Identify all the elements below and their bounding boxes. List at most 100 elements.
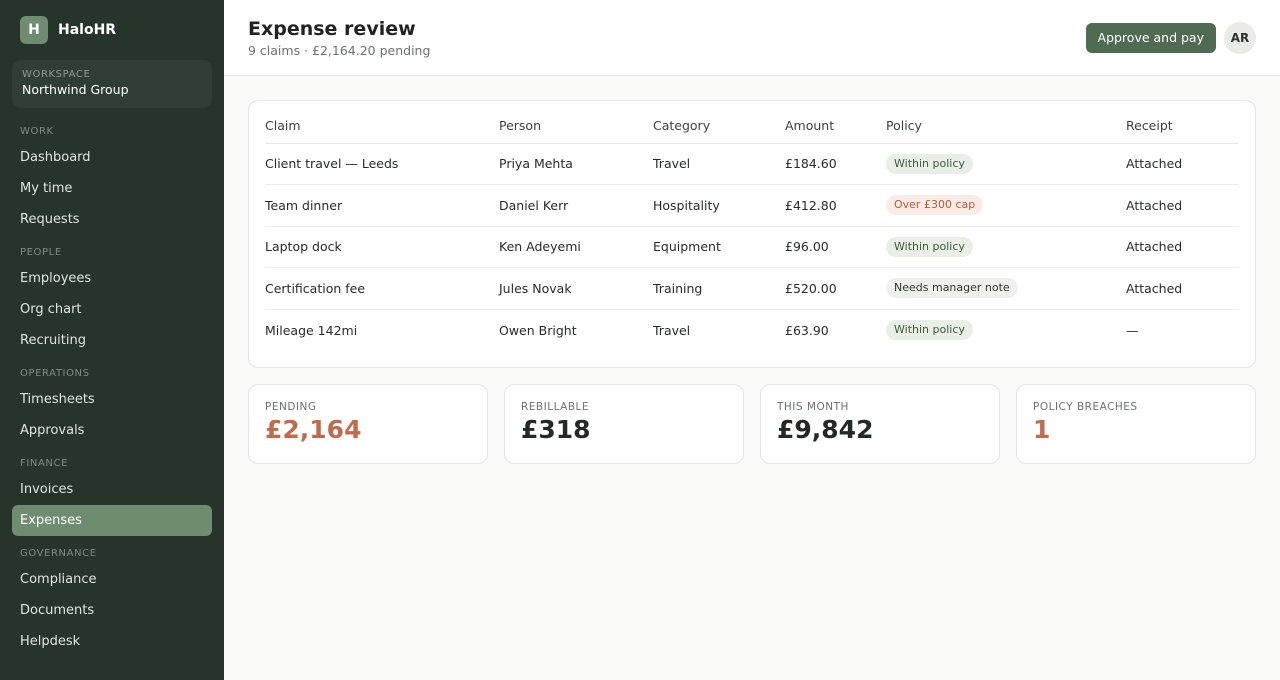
cell-amount: £96.00 <box>785 226 886 268</box>
page-content: Claim Person Category Amount Policy Rece… <box>224 76 1280 488</box>
stat-label: PENDING <box>265 400 317 413</box>
column-header-claim[interactable]: Claim <box>265 109 499 144</box>
nav-section-operations: OPERATIONS Timesheets Approvals <box>12 364 212 446</box>
cell-claim: Laptop dock <box>265 226 499 268</box>
policy-badge: Within policy <box>886 153 973 174</box>
column-header-amount[interactable]: Amount <box>785 109 886 144</box>
nav-section-people: PEOPLE Employees Org chart Recruiting <box>12 243 212 356</box>
sidebar-nav: WORK Dashboard My time Requests PEOPLE Employ… <box>12 122 212 657</box>
policy-badge: Within policy <box>886 236 973 257</box>
cell-category: Equipment <box>653 226 785 268</box>
sidebar-item-my-time[interactable]: My time <box>12 173 212 204</box>
approve-and-pay-button[interactable]: Approve and pay <box>1085 22 1216 53</box>
cell-claim: Team dinner <box>265 184 499 227</box>
stat-value: 1 <box>1033 414 1051 444</box>
workspace-name: Northwind Group <box>22 82 129 97</box>
nav-heading: OPERATIONS <box>20 368 90 379</box>
table-row[interactable]: Team dinner Daniel Kerr Hospitality £412.80… <box>265 184 1239 227</box>
cell-person: Owen Bright <box>499 322 577 338</box>
cell-policy: Over £300 cap <box>886 184 1126 227</box>
sidebar-item-dashboard[interactable]: Dashboard <box>12 142 212 173</box>
sidebar-item-expenses[interactable]: Expenses <box>12 505 212 536</box>
stat-card-pending[interactable]: PENDING £2,164 <box>248 383 488 464</box>
expense-table: Claim Person Category Amount Policy Rece… <box>265 109 1239 351</box>
cell-person: Priya Mehta <box>499 143 653 185</box>
cell-category: Travel <box>653 143 785 185</box>
table-body: Client travel — Leeds Priya Mehta Travel £1… <box>265 143 1239 351</box>
sidebar: H HaloHR WORKSPACE Northwind Group WORK D… <box>0 0 224 680</box>
nav-section-finance: FINANCE Invoices Expenses <box>12 454 212 536</box>
cell-category: Training <box>653 267 785 310</box>
sidebar-item-timesheets[interactable]: Timesheets <box>12 384 212 415</box>
sidebar-item-recruiting[interactable]: Recruiting <box>12 325 212 356</box>
stat-value: £318 <box>521 414 591 444</box>
table-row[interactable]: Laptop dock Ken Adeyemi Equipment £96.00 Wit… <box>265 226 1239 268</box>
sidebar-item-requests[interactable]: Requests <box>12 204 212 235</box>
cell-person: Jules Novak <box>499 267 653 310</box>
nav-heading: FINANCE <box>20 458 69 469</box>
stat-value: £9,842 <box>777 414 874 444</box>
stat-label: THIS MONTH <box>777 400 849 413</box>
stat-card-rebillable[interactable]: REBILLABLE £318 <box>504 383 744 464</box>
brand-logo-icon: H <box>20 16 48 44</box>
sidebar-item-employees[interactable]: Employees <box>12 263 212 294</box>
workspace-label: WORKSPACE <box>22 69 91 80</box>
policy-badge: Within policy <box>886 320 973 340</box>
column-header-policy[interactable]: Policy <box>886 109 1126 144</box>
sidebar-item-helpdesk[interactable]: Helpdesk <box>12 626 212 657</box>
cell-category: Travel <box>653 322 691 338</box>
avatar[interactable]: AR <box>1224 21 1256 54</box>
cell-amount: £520.00 <box>785 267 886 310</box>
page-header: Expense review 9 claims · £2,164.20 pend… <box>224 0 1280 76</box>
table-row[interactable]: Client travel — Leeds Priya Mehta Travel £1… <box>265 143 1239 185</box>
column-header-receipt[interactable]: Receipt <box>1126 109 1239 144</box>
expense-table-card: Claim Person Category Amount Policy Rece… <box>248 100 1256 368</box>
cell-claim: Client travel — Leeds <box>265 143 499 185</box>
summary-stats: PENDING £2,164 REBILLABLE £318 THIS MONTH £9,… <box>248 383 1256 464</box>
cell-person: Daniel Kerr <box>499 184 653 227</box>
stat-label: POLICY BREACHES <box>1033 400 1138 413</box>
table-header-row: Claim Person Category Amount Policy Rece… <box>265 109 1239 144</box>
stat-label: REBILLABLE <box>521 400 590 413</box>
sidebar-item-compliance[interactable]: Compliance <box>12 564 212 595</box>
table-row[interactable]: Certification fee Jules Novak Training £520… <box>265 267 1239 310</box>
sidebar-item-approvals[interactable]: Approvals <box>12 415 212 446</box>
cell-policy: Needs manager note <box>886 267 1126 310</box>
nav-heading: GOVERNANCE <box>20 548 97 559</box>
main-area: Expense review 9 claims · £2,164.20 pend… <box>224 0 1280 680</box>
nav-heading: WORK <box>20 126 54 137</box>
app-shell: H HaloHR WORKSPACE Northwind Group WORK D… <box>0 0 1280 680</box>
stat-card-policy-breaches[interactable]: POLICY BREACHES 1 <box>1016 383 1256 464</box>
nav-section-work: WORK Dashboard My time Requests <box>12 122 212 235</box>
policy-badge: Over £300 cap <box>886 195 984 216</box>
cell-claim: Mileage 142mi <box>265 322 358 338</box>
nav-heading: PEOPLE <box>20 247 62 258</box>
cell-amount: £184.60 <box>785 143 886 185</box>
sidebar-item-invoices[interactable]: Invoices <box>12 474 212 505</box>
column-header-category[interactable]: Category <box>653 109 785 144</box>
cell-receipt: Attached <box>1126 184 1239 227</box>
stat-card-this-month[interactable]: THIS MONTH £9,842 <box>760 383 1000 464</box>
cell-receipt: — <box>1126 322 1139 338</box>
table-row[interactable]: Mileage 142mi Owen Bright Travel £63.90 With… <box>265 309 1239 351</box>
cell-policy: Within policy <box>886 226 1126 268</box>
cell-amount: £412.80 <box>785 184 886 227</box>
brand[interactable]: H HaloHR <box>12 16 212 44</box>
stat-value: £2,164 <box>265 414 362 444</box>
cell-claim: Certification fee <box>265 267 499 310</box>
column-header-person[interactable]: Person <box>499 109 653 144</box>
header-actions: Approve and pay AR <box>1085 21 1256 54</box>
cell-policy: Within policy <box>886 143 1126 185</box>
sidebar-item-documents[interactable]: Documents <box>12 595 212 626</box>
cell-person: Ken Adeyemi <box>499 226 653 268</box>
cell-receipt: Attached <box>1126 267 1239 310</box>
sidebar-item-org-chart[interactable]: Org chart <box>12 294 212 325</box>
policy-badge: Needs manager note <box>886 278 1018 299</box>
brand-name: HaloHR <box>58 22 117 38</box>
cell-receipt: Attached <box>1126 226 1239 268</box>
page-title: Expense review <box>248 17 416 40</box>
page-subtitle: 9 claims · £2,164.20 pending <box>248 42 431 58</box>
workspace-switcher[interactable]: WORKSPACE Northwind Group <box>12 60 212 108</box>
nav-section-governance: GOVERNANCE Compliance Documents Helpdesk <box>12 544 212 657</box>
page-heading: Expense review 9 claims · £2,164.20 pend… <box>248 18 430 58</box>
